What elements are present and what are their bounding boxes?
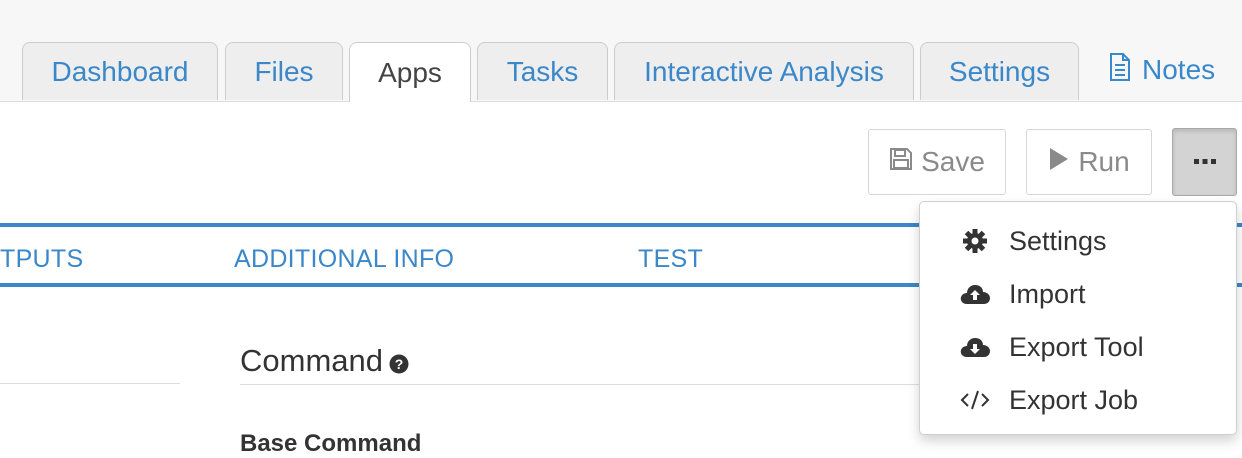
play-icon: [1048, 146, 1070, 179]
cloud-download-icon: [958, 332, 992, 362]
tab-dashboard[interactable]: Dashboard: [22, 42, 218, 100]
menu-item-export-tool[interactable]: Export Tool: [920, 321, 1236, 373]
left-panel-divider: [0, 383, 180, 384]
tab-files[interactable]: Files: [225, 42, 343, 100]
tab-label: Files: [254, 55, 314, 87]
section-title-text: Command: [240, 343, 383, 378]
subnav-item-outputs[interactable]: TPUTS: [0, 245, 83, 274]
section-title: Command ?: [240, 343, 409, 382]
section-divider: [240, 384, 940, 385]
save-label: Save: [921, 146, 985, 177]
menu-item-import[interactable]: Import: [920, 268, 1236, 320]
tab-apps[interactable]: Apps: [349, 42, 471, 102]
tab-label: Apps: [378, 56, 442, 88]
tab-label: Interactive Analysis: [644, 55, 884, 87]
subnav-item-additional-info[interactable]: ADDITIONAL INFO: [234, 245, 454, 274]
base-command-label: Base Command: [240, 430, 422, 457]
menu-item-label: Export Tool: [1009, 331, 1144, 362]
gear-icon: [958, 226, 992, 256]
code-icon: [958, 385, 992, 415]
tab-interactive-analysis[interactable]: Interactive Analysis: [614, 42, 914, 100]
top-tab-bar: Dashboard Files Apps Tasks Interactive A…: [0, 0, 1242, 102]
menu-item-settings[interactable]: Settings: [920, 215, 1236, 267]
save-button[interactable]: Save: [868, 129, 1006, 195]
menu-item-label: Export Job: [1009, 384, 1139, 415]
notes-link[interactable]: Notes: [1108, 52, 1215, 88]
ellipsis-icon: [1193, 153, 1217, 171]
notes-label: Notes: [1142, 54, 1216, 85]
menu-item-label: Import: [1009, 278, 1086, 309]
tab-label: Settings: [948, 55, 1051, 87]
more-options-dropdown: Settings Import Export Tool Export Job: [919, 201, 1237, 435]
tab-label: Tasks: [506, 55, 579, 87]
cloud-upload-icon: [958, 279, 992, 309]
run-button[interactable]: Run: [1026, 129, 1152, 195]
floppy-disk-icon: [889, 146, 913, 178]
document-icon: [1108, 52, 1132, 89]
subnav-item-test[interactable]: TEST: [638, 245, 703, 274]
menu-item-label: Settings: [1009, 225, 1107, 256]
menu-item-export-job[interactable]: Export Job: [920, 374, 1236, 426]
run-label: Run: [1078, 146, 1130, 177]
question-circle-icon[interactable]: ?: [389, 346, 409, 382]
more-options-button[interactable]: [1172, 128, 1237, 196]
tab-tasks[interactable]: Tasks: [477, 42, 608, 100]
tab-label: Dashboard: [51, 55, 189, 87]
svg-text:?: ?: [395, 356, 404, 372]
tab-settings[interactable]: Settings: [920, 42, 1079, 100]
